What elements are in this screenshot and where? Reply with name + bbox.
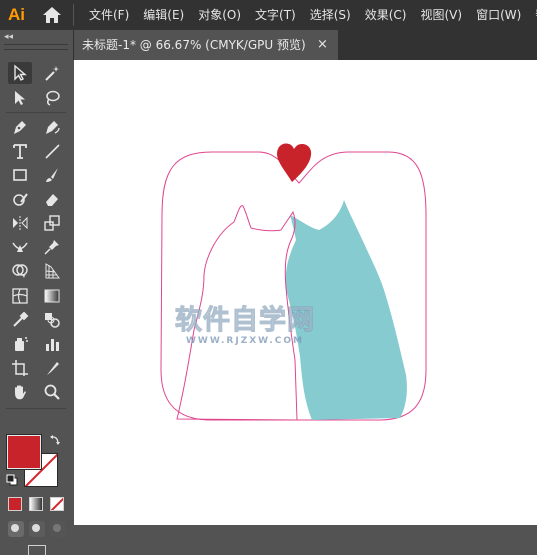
symbol-sprayer-tool[interactable] <box>8 333 32 355</box>
column-graph-tool-icon <box>46 339 59 351</box>
artboard-tool-icon <box>12 360 28 376</box>
shape-builder-tool[interactable] <box>8 260 32 282</box>
left-cat-outline[interactable] <box>176 205 298 421</box>
puppet-warp-tool[interactable] <box>40 236 64 258</box>
width-tool[interactable] <box>8 236 32 258</box>
menu-window[interactable]: 窗口(W) <box>469 0 528 30</box>
selection-tool-icon <box>14 64 27 81</box>
tool-divider <box>6 112 66 113</box>
paintbrush-tool[interactable] <box>40 164 64 186</box>
hand-tool-icon <box>15 385 26 400</box>
menu-file[interactable]: 文件(F) <box>82 0 136 30</box>
gradient-tool-icon <box>44 289 60 303</box>
artwork[interactable] <box>74 60 537 525</box>
direct-selection-tool[interactable] <box>8 87 32 109</box>
close-icon[interactable]: × <box>317 30 328 60</box>
column-graph-tool[interactable] <box>40 333 64 355</box>
magic-wand-tool[interactable] <box>40 62 64 84</box>
rectangle-tool-icon <box>13 169 27 181</box>
selection-tool[interactable] <box>8 62 32 84</box>
reflect-tool[interactable] <box>8 212 32 234</box>
tools-panel: ◂◂ <box>0 30 73 555</box>
hand-tool[interactable] <box>8 381 32 403</box>
menu-bar: Ai 文件(F) 编辑(E) 对象(O) 文字(T) 选择(S) 效果(C) 视… <box>0 0 537 30</box>
rectangle-tool[interactable] <box>8 164 32 186</box>
eyedropper-tool-icon <box>13 311 29 327</box>
fill-swatch[interactable] <box>7 435 41 469</box>
mesh-tool[interactable] <box>8 285 32 307</box>
draw-inside-icon <box>53 524 61 532</box>
default-colors-icon[interactable] <box>6 474 18 486</box>
type-tool[interactable] <box>8 140 32 162</box>
type-tool-icon <box>13 144 27 159</box>
draw-normal-icon <box>11 524 19 532</box>
shaper-tool-icon <box>13 193 28 206</box>
collapse-panel-button[interactable]: ◂◂ <box>4 32 13 42</box>
none-mode-button[interactable] <box>50 497 64 511</box>
draw-inside-button[interactable] <box>50 521 66 537</box>
artboard-tool[interactable] <box>8 357 32 379</box>
line-segment-tool[interactable] <box>40 140 64 162</box>
document-tab[interactable]: 未标题-1* @ 66.67% (CMYK/GPU 预览) × <box>74 30 338 60</box>
curvature-tool-icon <box>46 121 60 134</box>
menu-items: 文件(F) 编辑(E) 对象(O) 文字(T) 选择(S) 效果(C) 视图(V… <box>82 0 537 30</box>
menu-object[interactable]: 对象(O) <box>191 0 248 30</box>
app-logo: Ai <box>8 5 25 24</box>
home-icon[interactable] <box>42 6 62 24</box>
curvature-tool[interactable] <box>40 116 64 138</box>
heart-shape[interactable] <box>277 143 312 182</box>
shaper-tool[interactable] <box>8 188 32 210</box>
menu-divider <box>73 4 74 26</box>
width-tool-icon <box>12 242 28 252</box>
zoom-tool[interactable] <box>40 381 64 403</box>
swap-fill-stroke-icon[interactable] <box>49 434 61 446</box>
puppet-warp-tool-icon <box>44 240 59 255</box>
menu-edit[interactable]: 编辑(E) <box>136 0 191 30</box>
screen-mode-button[interactable] <box>28 545 46 555</box>
zoom-tool-icon <box>44 384 60 400</box>
slice-tool-icon <box>47 362 59 375</box>
draw-normal-button[interactable] <box>8 521 24 537</box>
gradient-tool[interactable] <box>40 285 64 307</box>
direct-selection-tool-icon <box>15 91 25 105</box>
color-mode-button[interactable] <box>8 497 22 511</box>
shape-builder-tool-icon <box>12 264 28 278</box>
tool-divider <box>6 408 66 409</box>
scale-tool[interactable] <box>40 212 64 234</box>
symbol-sprayer-tool-icon <box>15 337 28 351</box>
reflect-tool-icon <box>13 216 28 230</box>
pen-tool[interactable] <box>8 116 32 138</box>
panel-grip[interactable] <box>4 44 68 50</box>
menu-view[interactable]: 视图(V) <box>413 0 469 30</box>
eyedropper-tool[interactable] <box>8 309 32 331</box>
perspective-grid-tool[interactable] <box>40 260 64 282</box>
menu-effect[interactable]: 效果(C) <box>358 0 414 30</box>
right-cat-shape[interactable] <box>285 200 407 420</box>
menu-type[interactable]: 文字(T) <box>248 0 303 30</box>
eraser-tool-icon <box>46 194 58 206</box>
line-segment-tool-icon <box>45 144 60 159</box>
gradient-mode-button[interactable] <box>29 497 43 511</box>
perspective-grid-tool-icon <box>45 263 60 279</box>
eraser-tool[interactable] <box>40 188 64 210</box>
paintbrush-tool-icon <box>46 168 58 182</box>
lasso-tool-icon <box>46 90 60 106</box>
blend-tool-icon <box>45 313 60 328</box>
document-tab-strip: 未标题-1* @ 66.67% (CMYK/GPU 预览) × <box>73 30 537 60</box>
document-tab-title: 未标题-1* @ 66.67% (CMYK/GPU 预览) <box>82 38 306 52</box>
pen-tool-icon <box>14 121 26 134</box>
scale-tool-icon <box>44 215 60 231</box>
artboard-canvas[interactable]: 软件自学网 WWW.RJZXW.COM <box>74 60 537 525</box>
draw-behind-button[interactable] <box>29 521 45 537</box>
menu-select[interactable]: 选择(S) <box>303 0 358 30</box>
mesh-tool-icon <box>12 288 28 304</box>
slice-tool[interactable] <box>40 357 64 379</box>
magic-wand-tool-icon <box>45 66 59 81</box>
draw-behind-icon <box>32 524 40 532</box>
blend-tool[interactable] <box>40 309 64 331</box>
lasso-tool[interactable] <box>40 87 64 109</box>
menu-help[interactable]: 帮 <box>528 0 537 30</box>
